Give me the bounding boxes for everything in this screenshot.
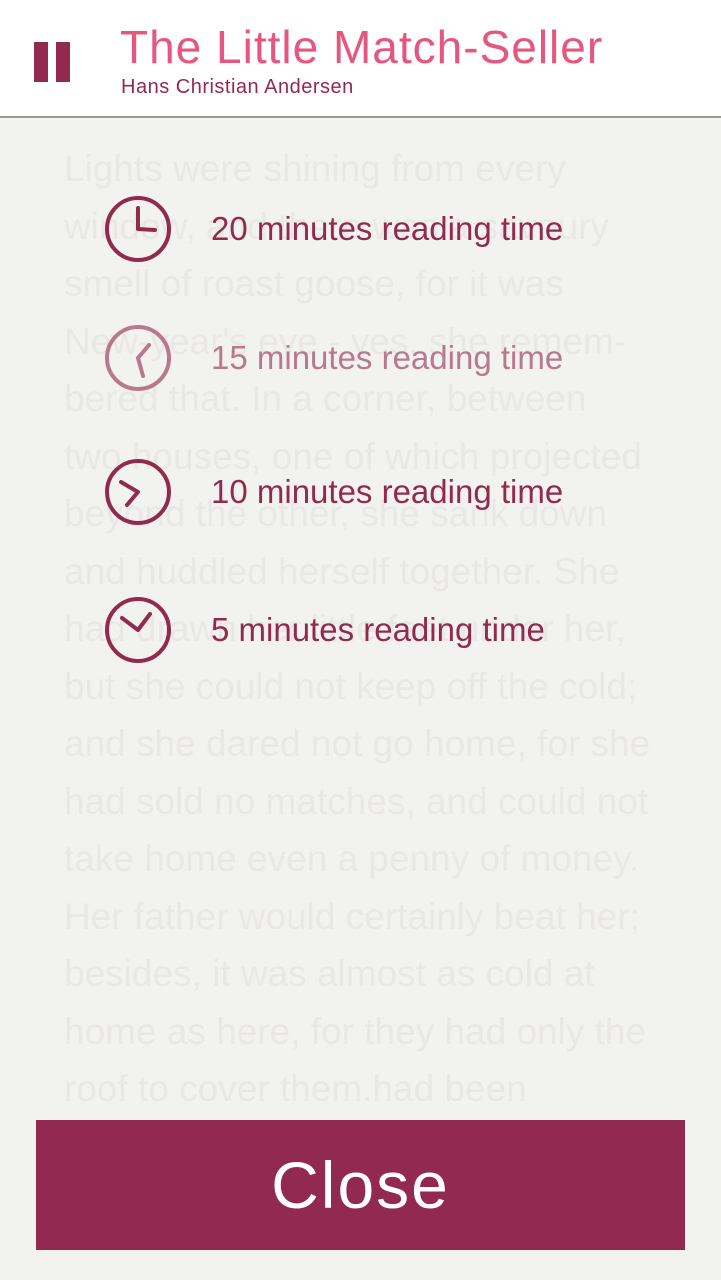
clock-20-icon <box>105 196 171 262</box>
reading-option-label: 20 minutes reading time <box>211 210 564 247</box>
reading-option-label: 5 minutes reading time <box>211 611 545 648</box>
book-author: Hans Christian Andersen <box>121 76 354 98</box>
reading-option-label: 10 minutes reading time <box>211 473 564 510</box>
app-header: The Little Match-Seller Hans Christian A… <box>0 0 721 118</box>
reading-option-20-minutes[interactable]: 20 minutes reading time <box>104 194 644 264</box>
reading-option-5-minutes[interactable]: 5 minutes reading time <box>104 595 644 665</box>
reading-option-10-minutes[interactable]: 10 minutes reading time <box>104 457 644 527</box>
close-button[interactable]: Close <box>36 1120 685 1250</box>
reading-option-15-minutes[interactable]: 15 minutes reading time <box>104 323 644 393</box>
clock-15-icon <box>105 325 171 391</box>
book-title: The Little Match-Seller <box>120 21 604 73</box>
reading-option-label: 15 minutes reading time <box>211 339 564 376</box>
clock-10-icon <box>105 459 171 525</box>
pause-icon[interactable] <box>34 42 70 82</box>
clock-5-icon <box>105 597 171 663</box>
